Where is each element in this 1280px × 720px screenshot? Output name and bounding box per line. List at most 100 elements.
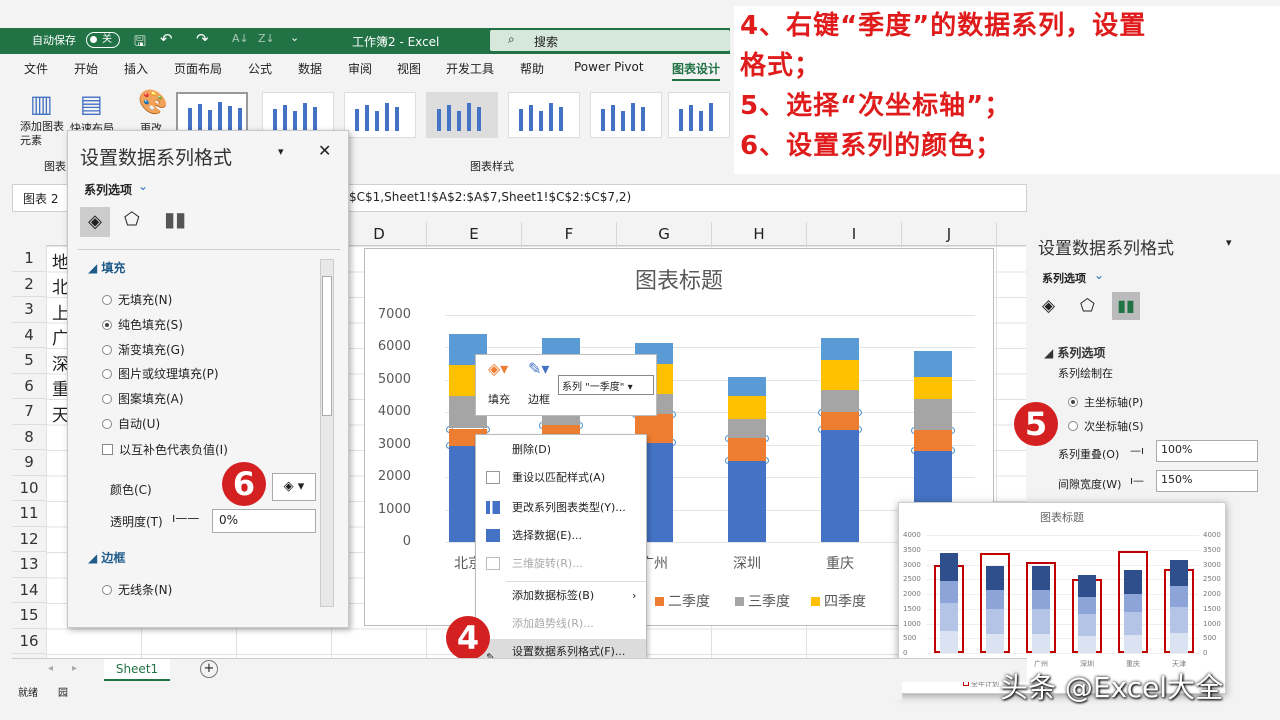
pane-scrollbar[interactable] — [320, 259, 334, 607]
fill-line-icon[interactable]: ◈ — [80, 207, 110, 237]
series-select-dropdown[interactable]: 系列 "一季度" ▾ — [558, 375, 654, 395]
row-header[interactable]: 16 — [12, 629, 46, 654]
primary-axis-radio[interactable]: 主坐标轴(P) — [1068, 394, 1143, 410]
fill-option[interactable]: 图片或纹理填充(P) — [102, 365, 219, 382]
bar-segment[interactable] — [728, 376, 766, 397]
row-header[interactable]: 13 — [12, 552, 46, 578]
border-section-header[interactable]: ◢ 边框 — [88, 549, 125, 566]
chart-style-5[interactable] — [508, 92, 580, 138]
bar-segment[interactable] — [821, 430, 859, 542]
menu-item-reset-style[interactable]: 重设以匹配样式(A) — [476, 465, 646, 491]
menu-item-select-data[interactable]: 选择数据(E)... — [476, 523, 646, 549]
add-sheet-button[interactable]: + — [200, 660, 218, 678]
quick-layout-icon[interactable]: ▤ — [80, 90, 103, 118]
tab-page-layout[interactable]: 页面布局 — [174, 60, 222, 77]
row-header[interactable]: 3 — [12, 297, 46, 323]
bar-segment[interactable] — [821, 337, 859, 361]
gap-width-input[interactable]: 150% — [1156, 470, 1258, 492]
legend-entry[interactable]: 三季度 — [735, 591, 790, 611]
series-options-dropdown[interactable]: 系列选项 — [1042, 270, 1086, 286]
row-header[interactable]: 6 — [12, 374, 46, 399]
sort-desc-icon[interactable]: Z↓ — [258, 32, 275, 45]
sheet-tab-sheet1[interactable]: Sheet1 — [104, 659, 170, 681]
tab-chart-design[interactable]: 图表设计 — [672, 60, 721, 81]
row-header[interactable]: 15 — [12, 603, 46, 629]
menu-item-delete[interactable]: 删除(D) — [476, 437, 646, 463]
tab-home[interactable]: 开始 — [74, 60, 98, 77]
fill-option[interactable]: 无填充(N) — [102, 291, 172, 308]
column-header[interactable]: H — [712, 222, 807, 246]
fill-option[interactable]: 渐变填充(G) — [102, 341, 185, 358]
save-icon[interactable]: 🖫 — [134, 31, 146, 55]
autosave-toggle[interactable]: 关 — [86, 32, 120, 48]
pane-options-icon[interactable]: ▾ — [1226, 236, 1232, 249]
redo-icon[interactable]: ↷ — [196, 30, 209, 48]
sort-asc-icon[interactable]: A↓ — [232, 32, 249, 45]
fill-button[interactable]: 填充 — [488, 391, 510, 407]
tab-data[interactable]: 数据 — [298, 60, 322, 77]
series-options-section[interactable]: ◢ 系列选项 — [1044, 344, 1105, 361]
overlap-slider[interactable]: —ı — [1130, 444, 1144, 457]
series-options-icon[interactable]: ▮▮ — [164, 207, 186, 231]
transparency-slider[interactable]: ı—— — [172, 511, 199, 525]
bar-segment[interactable] — [914, 376, 952, 400]
fill-option[interactable]: 自动(U) — [102, 415, 160, 432]
tab-insert[interactable]: 插入 — [124, 60, 148, 77]
chevron-down-icon[interactable]: ⌄ — [1094, 268, 1104, 282]
fill-option[interactable]: 纯色填充(S) — [102, 316, 183, 333]
bar-segment[interactable] — [914, 350, 952, 377]
row-header[interactable]: 5 — [12, 348, 46, 374]
scroll-right-icon[interactable]: ▸ — [72, 663, 77, 674]
row-header[interactable]: 2 — [12, 272, 46, 297]
menu-item-add-data-labels[interactable]: 添加数据标签(B) › — [476, 583, 646, 609]
change-colors-icon[interactable]: 🎨 — [138, 88, 168, 116]
tab-file[interactable]: 文件 — [24, 60, 48, 77]
overlap-input[interactable]: 100% — [1156, 440, 1258, 462]
fill-option[interactable]: 图案填充(A) — [102, 390, 184, 407]
pen-icon[interactable]: ✎▾ — [528, 359, 549, 378]
add-chart-element-icon[interactable]: ▥ — [30, 90, 53, 118]
chevron-down-icon[interactable]: ⌄ — [138, 179, 148, 193]
bar-segment[interactable] — [728, 418, 766, 439]
invert-negative-checkbox[interactable]: 以互补色代表负值(I) — [102, 441, 228, 458]
bar-segment[interactable] — [821, 412, 859, 431]
column-header[interactable]: E — [427, 222, 522, 246]
border-option[interactable]: 无线条(N) — [102, 581, 172, 598]
bar-segment[interactable] — [728, 460, 766, 542]
column-header[interactable]: F — [522, 222, 617, 246]
chart-style-7[interactable] — [668, 92, 730, 138]
fill-line-icon[interactable]: ◈ — [1042, 296, 1055, 316]
effects-icon[interactable]: ⬠ — [124, 209, 140, 230]
row-header[interactable]: 4 — [12, 323, 46, 348]
legend-entry[interactable]: 二季度 — [655, 591, 710, 611]
bar-segment[interactable] — [821, 360, 859, 390]
effects-icon[interactable]: ⬠ — [1080, 296, 1095, 316]
legend-entry[interactable]: 四季度 — [811, 591, 866, 611]
chart-style-4[interactable] — [426, 92, 498, 138]
tab-view[interactable]: 视图 — [397, 60, 421, 77]
bar-segment[interactable] — [728, 396, 766, 419]
row-header[interactable]: 14 — [12, 578, 46, 603]
series-options-dropdown[interactable]: 系列选项 — [84, 181, 132, 198]
scrollbar-thumb[interactable] — [322, 276, 332, 416]
column-header[interactable]: I — [807, 222, 902, 246]
row-header[interactable]: 1 — [12, 246, 46, 272]
scroll-left-icon[interactable]: ◂ — [48, 663, 53, 674]
formula-text[interactable]: $C$1,Sheet1!$A$2:$A$7,Sheet1!$C$2:$C$7,2… — [349, 190, 631, 204]
menu-item-3d-rotation[interactable]: 三维旋转(R)... — [476, 551, 646, 577]
pane-options-icon[interactable]: ▾ — [278, 145, 284, 158]
chart-style-6[interactable] — [590, 92, 662, 138]
tab-review[interactable]: 审阅 — [348, 60, 372, 77]
chart-style-3[interactable] — [344, 92, 416, 138]
series-options-icon[interactable]: ▮▮ — [1112, 292, 1140, 320]
gap-width-slider[interactable]: ı— — [1130, 474, 1144, 487]
row-header[interactable]: 10 — [12, 476, 46, 501]
add-chart-element-button[interactable]: 添加图表元素 — [20, 120, 70, 148]
secondary-axis-radio[interactable]: 次坐标轴(S) — [1068, 418, 1144, 434]
fill-bucket-icon[interactable]: ◈▾ — [488, 359, 508, 378]
tab-power-pivot[interactable]: Power Pivot — [574, 60, 644, 74]
undo-icon[interactable]: ↶ — [160, 30, 173, 48]
menu-item-add-trendline[interactable]: 添加趋势线(R)... — [476, 611, 646, 637]
close-icon[interactable]: ✕ — [318, 141, 331, 160]
column-header[interactable]: G — [617, 222, 712, 246]
